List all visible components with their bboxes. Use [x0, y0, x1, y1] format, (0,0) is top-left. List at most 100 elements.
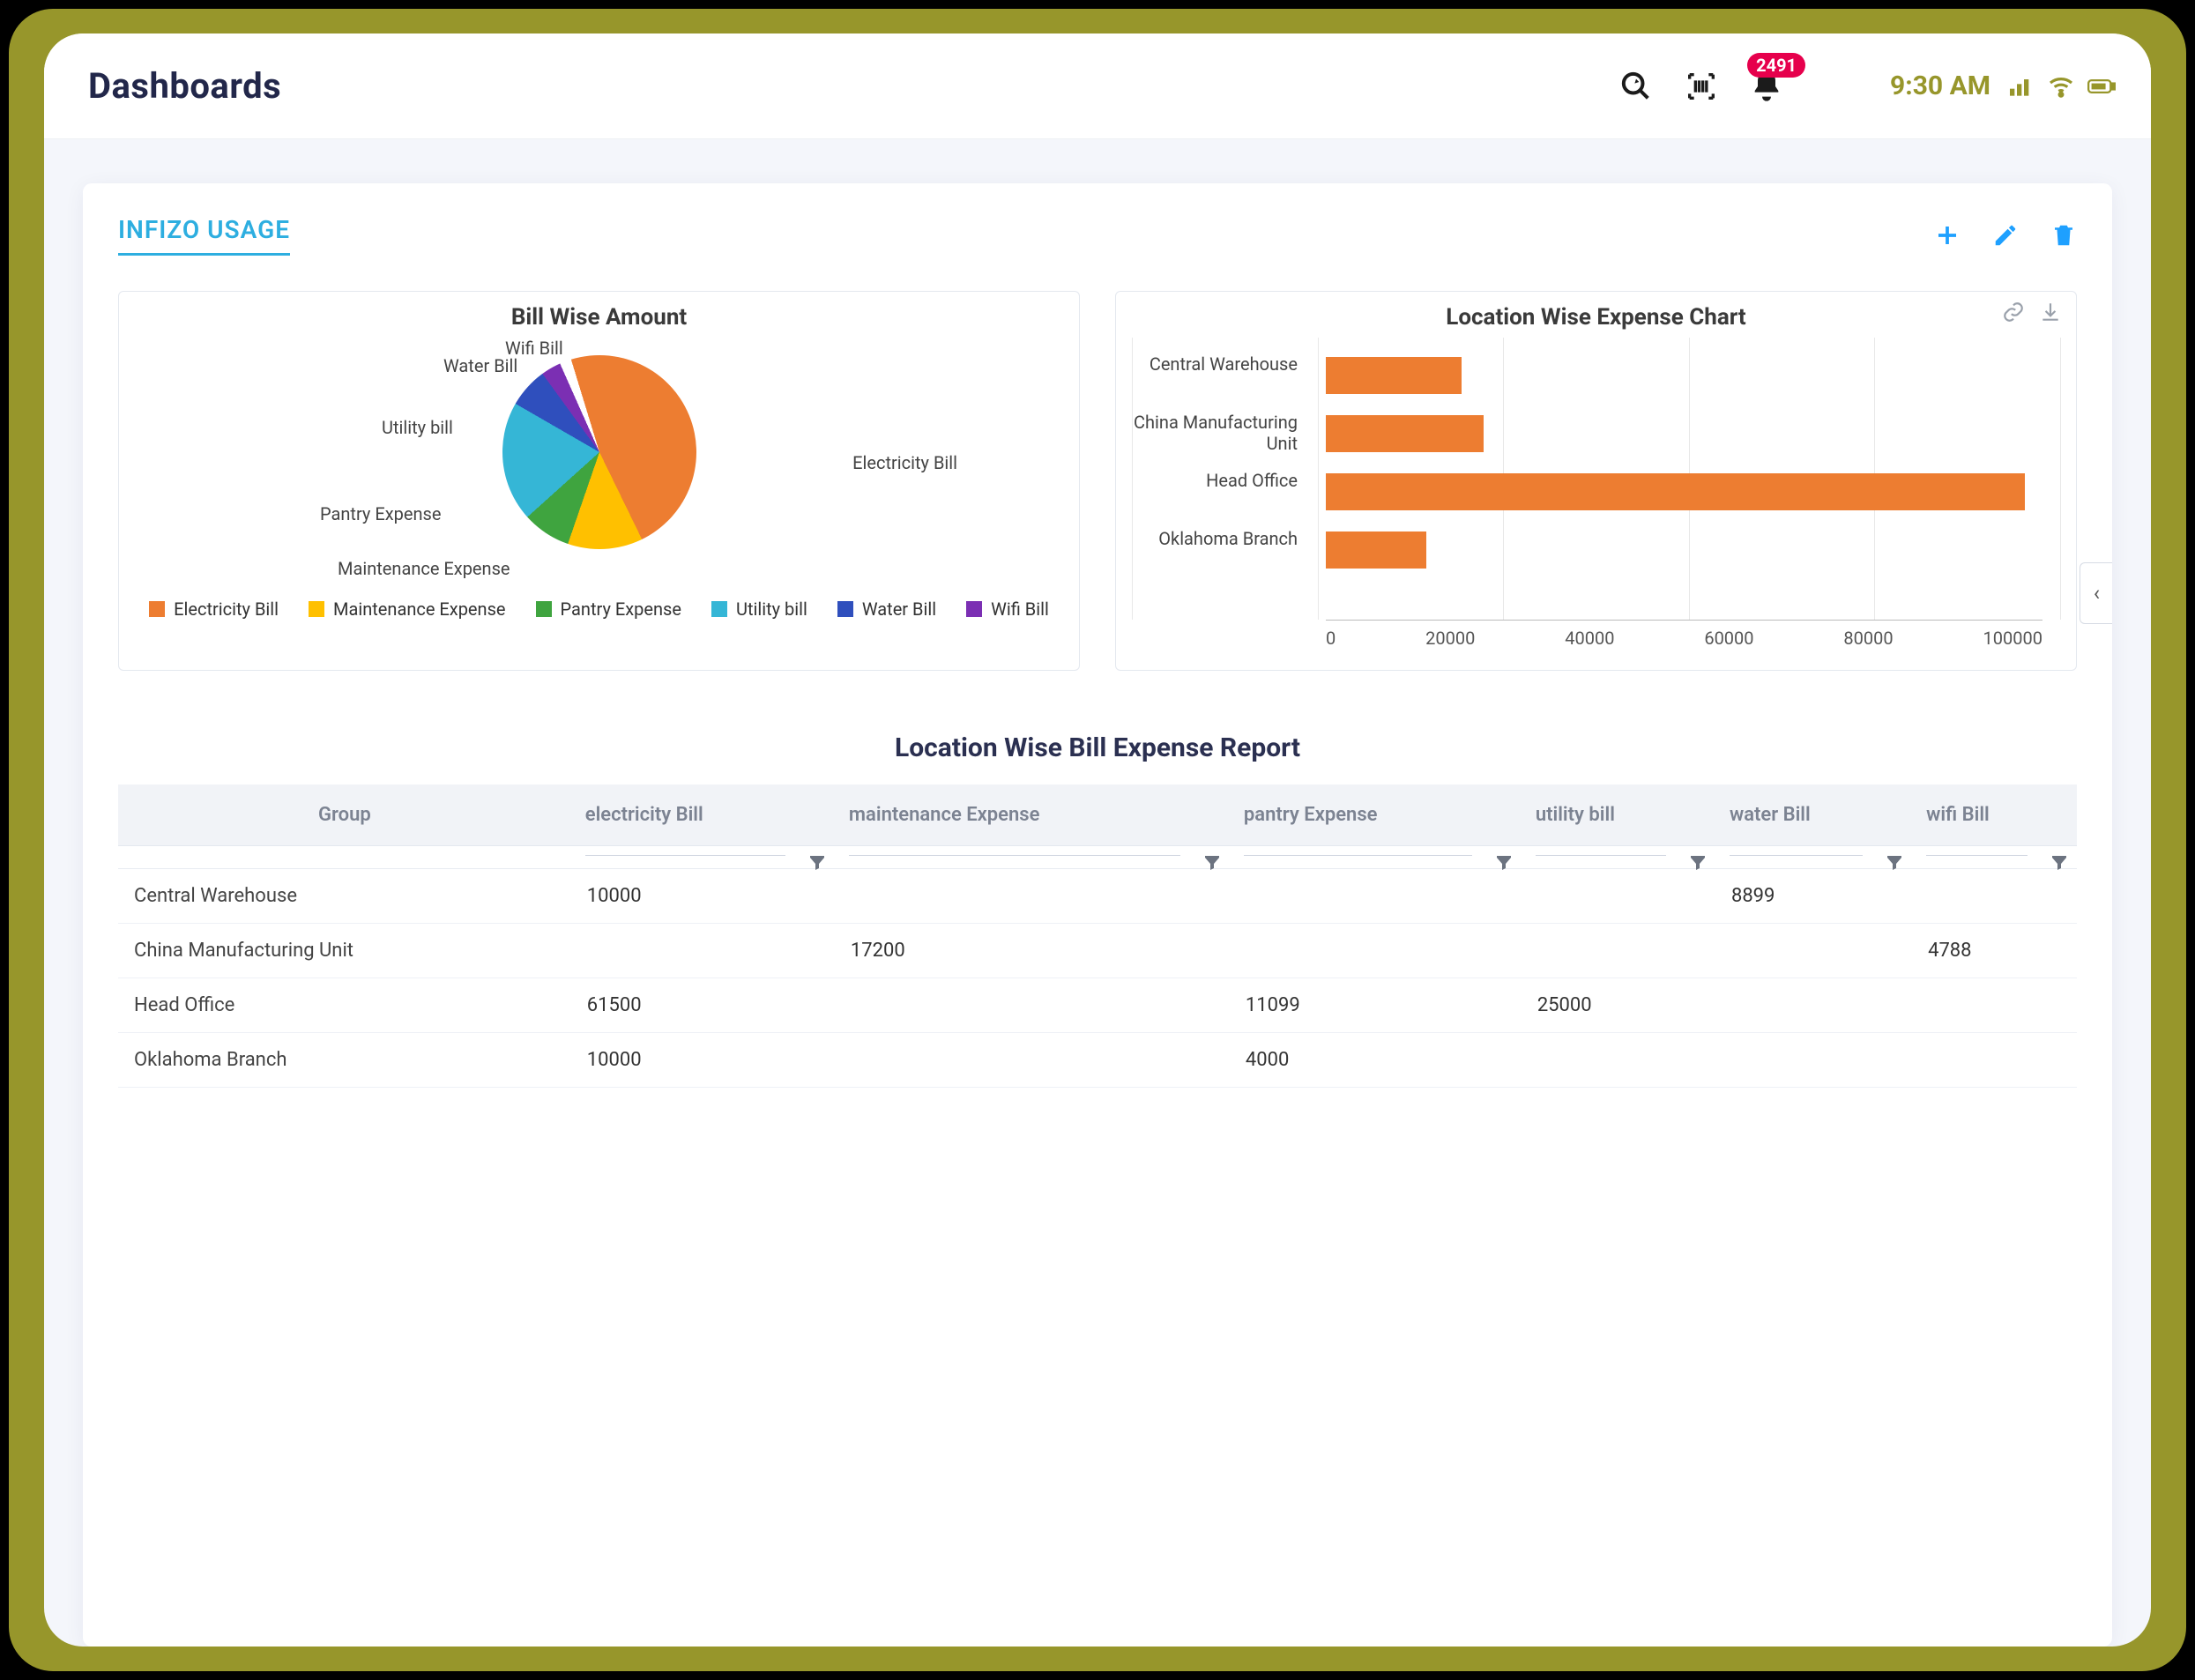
- axis-tick: 40000: [1565, 628, 1614, 649]
- table-row: China Manufacturing Unit 17200 4788: [118, 924, 2077, 978]
- table-cell: Oklahoma Branch: [118, 1033, 571, 1088]
- page-title: Dashboards: [88, 65, 281, 107]
- table-cell: [835, 869, 1230, 924]
- bar-chart-pane: Location Wise Expense Chart Central Ware…: [1115, 291, 2077, 671]
- pie-slice-label: Wifi Bill: [505, 338, 563, 359]
- table-header[interactable]: utility bill: [1522, 784, 1715, 846]
- clock: 9:30 AM: [1890, 71, 1990, 101]
- axis-tick: 0: [1326, 628, 1336, 649]
- table-cell: China Manufacturing Unit: [118, 924, 571, 978]
- pie-chart-title: Bill Wise Amount: [135, 304, 1063, 331]
- table-row: Oklahoma Branch10000 4000: [118, 1033, 2077, 1088]
- legend-item: Utility bill: [736, 598, 807, 620]
- delete-button[interactable]: [2050, 222, 2077, 249]
- pie-chart-pane: Bill Wise Amount Electricity Bill Mainte…: [118, 291, 1080, 671]
- bar-row: [1326, 346, 2042, 405]
- axis-tick: 20000: [1425, 628, 1475, 649]
- table-header[interactable]: Group: [118, 784, 571, 846]
- table-cell: [1912, 978, 2077, 1033]
- table-cell: [1912, 1033, 2077, 1088]
- legend-item: Pantry Expense: [561, 598, 681, 620]
- legend-item: Maintenance Expense: [333, 598, 506, 620]
- pie-slice-label: Maintenance Expense: [338, 558, 510, 579]
- table-cell: 10000: [571, 1033, 835, 1088]
- bar-chart-axis: 0 20000 40000 60000 80000 100000: [1326, 620, 2042, 649]
- table-header[interactable]: pantry Expense: [1230, 784, 1522, 846]
- table-cell: 61500: [571, 978, 835, 1033]
- signal-icon: [2006, 72, 2035, 100]
- barcode-scan-icon[interactable]: [1684, 69, 1719, 104]
- table-cell: 4788: [1912, 924, 2077, 978]
- table-cell: 17200: [835, 924, 1230, 978]
- tab-infizo-usage[interactable]: INFIZO USAGE: [118, 215, 290, 256]
- bar-category-label: Oklahoma Branch: [1132, 528, 1308, 549]
- table-cell: 4000: [1230, 1033, 1522, 1088]
- table-header[interactable]: electricity Bill: [571, 784, 835, 846]
- table-cell: 8899: [1715, 869, 1912, 924]
- search-icon[interactable]: [1618, 69, 1654, 104]
- bar-category-label: Head Office: [1132, 470, 1308, 491]
- filter-icon[interactable]: [2049, 851, 2070, 878]
- table-header[interactable]: maintenance Expense: [835, 784, 1230, 846]
- table-row: Central Warehouse10000 8899: [118, 869, 2077, 924]
- report-table: Groupelectricity Billmaintenance Expense…: [118, 784, 2077, 1088]
- table-cell: [1715, 978, 1912, 1033]
- side-collapse-toggle[interactable]: ‹: [2080, 562, 2112, 624]
- topbar: Dashboards 2491: [44, 33, 2151, 139]
- table-cell: [1522, 924, 1715, 978]
- pie-slice-label: Electricity Bill: [852, 452, 957, 473]
- table-cell: 10000: [571, 869, 835, 924]
- legend-item: Wifi Bill: [991, 598, 1049, 620]
- table-header[interactable]: water Bill: [1715, 784, 1912, 846]
- table-row: Head Office61500 1109925000: [118, 978, 2077, 1033]
- table-cell: 11099: [1230, 978, 1522, 1033]
- pie-slice-label: Utility bill: [382, 417, 453, 438]
- bar-row: [1326, 521, 2042, 579]
- report-title: Location Wise Bill Expense Report: [118, 732, 2077, 763]
- pie-chart: [502, 355, 696, 549]
- edit-button[interactable]: [1992, 222, 2019, 249]
- app-screen: Dashboards 2491: [44, 33, 2151, 1647]
- topbar-icons: 2491: [1618, 69, 1784, 104]
- axis-tick: 80000: [1843, 628, 1893, 649]
- table-cell: [1522, 1033, 1715, 1088]
- bar-row: [1326, 463, 2042, 521]
- axis-tick: 60000: [1704, 628, 1753, 649]
- table-cell: Head Office: [118, 978, 571, 1033]
- device-frame: Dashboards 2491: [0, 0, 2195, 1680]
- bar-chart-title: Location Wise Expense Chart: [1132, 304, 2060, 331]
- status-area: 9:30 AM: [1890, 71, 2116, 101]
- bar-row: [1326, 405, 2042, 463]
- bar-category-label: China Manufacturing Unit: [1132, 412, 1308, 454]
- table-cell: [1230, 924, 1522, 978]
- filter-icon[interactable]: [1687, 851, 1708, 878]
- table-cell: [1715, 1033, 1912, 1088]
- table-cell: 25000: [1522, 978, 1715, 1033]
- pie-legend: Electricity Bill Maintenance Expense Pan…: [135, 598, 1063, 620]
- bar-fill: [1326, 473, 2025, 510]
- filter-icon[interactable]: [807, 851, 828, 878]
- link-icon[interactable]: [2002, 301, 2025, 327]
- bell-icon[interactable]: 2491: [1749, 69, 1784, 104]
- battery-icon: [2087, 72, 2116, 100]
- wifi-icon: [2047, 72, 2075, 100]
- add-button[interactable]: [1934, 222, 1961, 249]
- table-cell: [1715, 924, 1912, 978]
- table-cell: Central Warehouse: [118, 869, 571, 924]
- dashboard-card: INFIZO USAGE Bill Wise Amount: [83, 183, 2112, 1647]
- filter-icon[interactable]: [1884, 851, 1905, 878]
- bar-fill: [1326, 532, 1426, 569]
- bar-category-label: Central Warehouse: [1132, 353, 1308, 375]
- bar-fill: [1326, 357, 1462, 394]
- pie-slice-label: Pantry Expense: [320, 503, 441, 524]
- table-cell: [1522, 869, 1715, 924]
- filter-icon[interactable]: [1493, 851, 1514, 878]
- table-cell: [571, 924, 835, 978]
- download-icon[interactable]: [2039, 301, 2062, 327]
- filter-icon[interactable]: [1202, 851, 1223, 878]
- axis-tick: 100000: [1983, 628, 2042, 649]
- legend-item: Water Bill: [862, 598, 936, 620]
- table-cell: [1230, 869, 1522, 924]
- bar-fill: [1326, 415, 1484, 452]
- table-header[interactable]: wifi Bill: [1912, 784, 2077, 846]
